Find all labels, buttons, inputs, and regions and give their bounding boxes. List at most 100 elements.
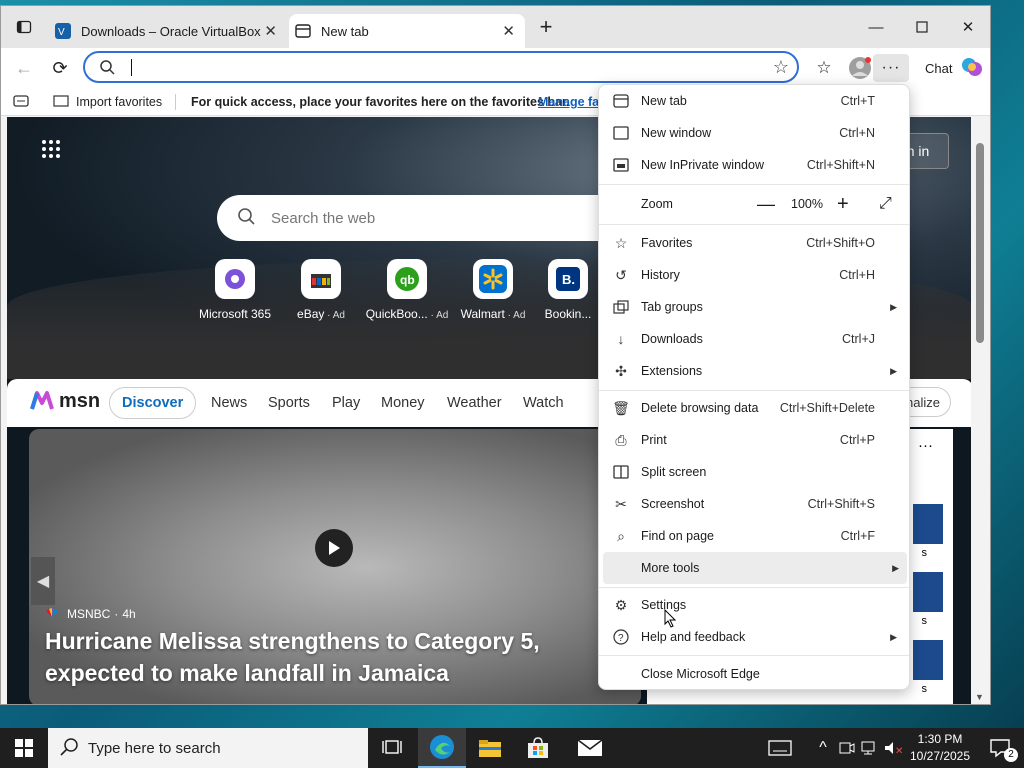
edge-taskbar-icon[interactable] xyxy=(418,728,466,768)
menu-item-delete-browsing-data[interactable]: 🗑 Delete browsing data Ctrl+Shift+Delete xyxy=(599,392,909,424)
scroll-down-icon[interactable]: ▼ xyxy=(975,692,984,702)
menu-label: Print xyxy=(641,433,667,447)
mail-icon[interactable] xyxy=(566,728,614,768)
tab-watch[interactable]: Watch xyxy=(523,395,564,411)
menu-item-help-feedback[interactable]: ? Help and feedback ▶ xyxy=(599,621,909,653)
show-hidden-icons-chevron-icon[interactable]: ^ xyxy=(810,728,836,768)
tab-news[interactable]: News xyxy=(211,395,247,411)
file-explorer-icon[interactable] xyxy=(466,728,514,768)
close-tab-icon[interactable]: ✕ xyxy=(264,22,277,40)
minimize-icon[interactable]: — xyxy=(853,6,899,48)
tab-new-tab[interactable]: New tab ✕ xyxy=(289,14,525,48)
menu-label: Tab groups xyxy=(641,300,703,314)
tab-title: New tab xyxy=(321,23,369,39)
carousel-prev-icon[interactable]: ◀ xyxy=(31,557,55,605)
menu-item-inprivate[interactable]: New InPrivate window Ctrl+Shift+N xyxy=(599,149,909,181)
menu-item-split-screen[interactable]: Split screen xyxy=(599,456,909,488)
task-view-icon[interactable] xyxy=(368,728,416,768)
chat-label: Chat xyxy=(925,60,953,76)
menu-item-close-edge[interactable]: Close Microsoft Edge xyxy=(599,658,909,690)
tab-actions-icon[interactable] xyxy=(1,6,47,48)
quicklink-walmart[interactable]: Walmart · Ad xyxy=(450,259,536,321)
menu-item-more-tools[interactable]: More tools ▶ xyxy=(603,552,907,584)
meet-now-icon[interactable] xyxy=(836,728,858,768)
quicklink-ebay[interactable]: eBay · Ad xyxy=(278,259,364,321)
taskbar-search-placeholder: Type here to search xyxy=(88,739,221,757)
more-options-icon[interactable]: ··· xyxy=(918,437,933,454)
submenu-arrow-icon: ▶ xyxy=(890,301,897,312)
menu-label: Delete browsing data xyxy=(641,401,759,415)
menu-item-find-on-page[interactable]: ⌕ Find on page Ctrl+F xyxy=(599,520,909,552)
menu-shortcut: Ctrl+P xyxy=(839,433,875,447)
quicklink-label: Walmart xyxy=(460,307,505,321)
menu-item-downloads[interactable]: ↓ Downloads Ctrl+J xyxy=(599,323,909,355)
tab-discover[interactable]: Discover xyxy=(109,387,197,419)
msn-logo[interactable]: msn xyxy=(29,389,100,413)
new-tab-plus-icon[interactable]: + xyxy=(523,6,569,48)
volume-muted-icon[interactable]: ✕ xyxy=(882,728,906,768)
quicklink-booking[interactable]: B. Bookin... xyxy=(536,259,600,321)
taskbar-search[interactable]: Type here to search xyxy=(48,728,368,768)
ebay-icon xyxy=(301,259,341,299)
play-icon[interactable] xyxy=(315,529,353,567)
taskbar: Type here to search ^ ✕ 1:30 PM 10/27/20… xyxy=(0,728,1024,768)
keyboard-icon[interactable] xyxy=(756,728,804,768)
menu-item-new-window[interactable]: New window Ctrl+N xyxy=(599,117,909,149)
quicklink-microsoft365[interactable]: Microsoft 365 xyxy=(192,259,278,321)
story-source: MSNBC xyxy=(67,607,111,621)
collections-icon[interactable] xyxy=(13,94,29,111)
close-tab-icon[interactable]: ✕ xyxy=(502,22,515,40)
menu-label: Zoom xyxy=(641,197,673,211)
menu-item-screenshot[interactable]: ✂ Screenshot Ctrl+Shift+S xyxy=(599,488,909,520)
svg-text:✕: ✕ xyxy=(895,746,903,755)
tab-weather[interactable]: Weather xyxy=(447,395,502,411)
fullscreen-icon[interactable]: ⤢ xyxy=(879,195,892,213)
help-icon: ? xyxy=(611,627,631,647)
menu-label: More tools xyxy=(641,561,700,575)
hero-news-card[interactable]: ◀ MSNBC · 4h Hurricane Melissa strengthens… xyxy=(29,429,641,704)
submenu-arrow-icon: ▶ xyxy=(890,365,897,376)
notifications-icon[interactable]: 2 xyxy=(976,728,1024,768)
menu-shortcut: Ctrl+Shift+S xyxy=(807,497,875,511)
manage-favorites-link[interactable]: Manage fav xyxy=(538,95,606,109)
side-snippet: s xyxy=(921,547,928,559)
page-scrollbar[interactable]: ▼ xyxy=(971,117,990,704)
tab-money[interactable]: Money xyxy=(381,395,425,411)
quicklink-quickbooks[interactable]: qb QuickBoo... · Ad xyxy=(364,259,450,321)
settings-and-more-menu: New tab Ctrl+T New window Ctrl+N New InPri… xyxy=(598,84,910,690)
close-window-icon[interactable]: ✕ xyxy=(945,6,990,48)
menu-item-print[interactable]: ⎙ Print Ctrl+P xyxy=(599,424,909,456)
tab-sports[interactable]: Sports xyxy=(268,395,310,411)
zoom-in-icon[interactable]: + xyxy=(837,193,849,216)
refresh-icon[interactable]: ⟳ xyxy=(37,48,83,88)
menu-item-extensions[interactable]: ✣ Extensions ▶ xyxy=(599,355,909,387)
favorites-star-icon: ☆ xyxy=(614,234,628,251)
import-favorites-button[interactable]: Import favorites xyxy=(76,95,162,109)
settings-more-icon[interactable]: ··· xyxy=(873,54,909,82)
maximize-icon[interactable] xyxy=(899,6,945,48)
start-windows-icon[interactable] xyxy=(0,728,48,768)
menu-item-settings[interactable]: ⚙ Settings xyxy=(599,589,909,621)
svg-text:B.: B. xyxy=(562,272,575,287)
menu-item-favorites[interactable]: ☆ Favorites Ctrl+Shift+O xyxy=(599,227,909,259)
tab-title: Downloads – Oracle VirtualBox xyxy=(81,23,261,39)
menu-label: Help and feedback xyxy=(641,630,746,644)
address-bar[interactable]: ☆ xyxy=(83,51,799,83)
menu-item-history[interactable]: ↺ History Ctrl+H xyxy=(599,259,909,291)
tab-play[interactable]: Play xyxy=(332,395,360,411)
network-icon[interactable] xyxy=(858,728,882,768)
copilot-chat-button[interactable]: Chat xyxy=(915,48,984,88)
story-headline[interactable]: Hurricane Melissa strengthens to Categor… xyxy=(45,625,605,689)
scrollbar-thumb[interactable] xyxy=(976,143,984,343)
newtab-favicon xyxy=(295,23,311,39)
web-search-box[interactable]: Search the web xyxy=(217,195,637,241)
tab-virtualbox[interactable]: V Downloads – Oracle VirtualBox ✕ xyxy=(47,14,287,48)
clock[interactable]: 1:30 PM 10/27/2025 xyxy=(906,731,974,765)
menu-divider xyxy=(599,224,909,225)
menu-item-new-tab[interactable]: New tab Ctrl+T xyxy=(599,85,909,117)
store-icon[interactable] xyxy=(514,728,562,768)
zoom-out-icon[interactable]: — xyxy=(757,194,775,215)
apps-grid-icon[interactable] xyxy=(41,139,61,164)
menu-item-tab-groups[interactable]: Tab groups ▶ xyxy=(599,291,909,323)
favorite-star-icon[interactable]: ☆ xyxy=(773,57,789,78)
